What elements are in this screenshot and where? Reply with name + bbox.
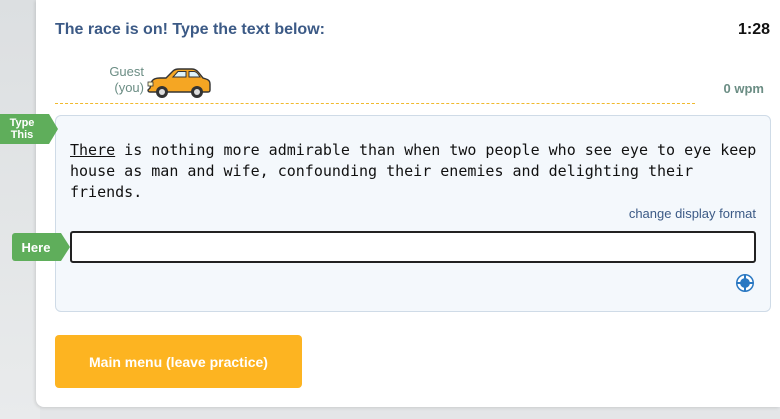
remaining-text: is nothing more admirable than when two … — [70, 141, 757, 201]
race-timer: 1:28 — [737, 21, 770, 38]
passage-text: There is nothing more admirable than whe… — [70, 140, 760, 203]
help-icon[interactable] — [735, 273, 755, 293]
main-menu-button[interactable]: Main menu (leave practice) — [55, 335, 302, 388]
player-label: Guest (you) — [100, 64, 144, 96]
race-title: The race is on! Type the text below: — [55, 21, 325, 38]
current-word: There — [70, 141, 116, 159]
change-display-format-link[interactable]: change display format — [629, 206, 756, 221]
typing-input[interactable] — [70, 231, 756, 263]
player-name: Guest — [109, 64, 144, 79]
car-icon — [147, 68, 211, 98]
here-label: Here — [12, 233, 70, 261]
player-you-tag: (you) — [114, 80, 144, 95]
page-background — [0, 0, 40, 419]
race-track — [55, 103, 695, 104]
type-this-label: Type This — [0, 114, 58, 144]
player-wpm: 0 wpm — [723, 81, 764, 96]
